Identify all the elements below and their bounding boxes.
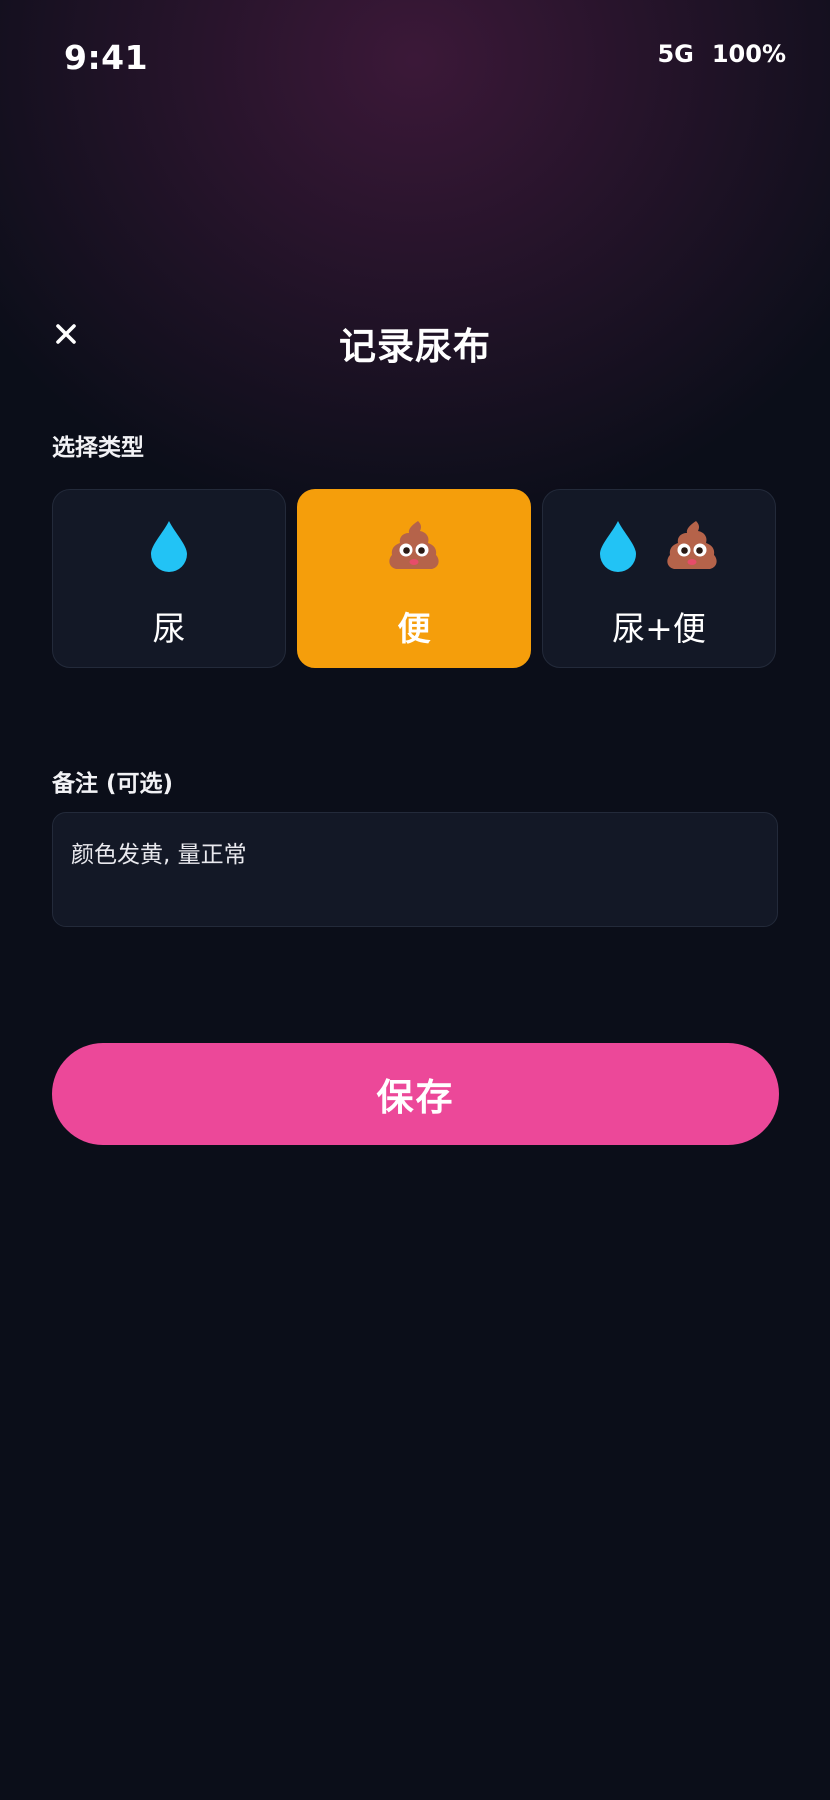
type-option-label: 便 bbox=[397, 609, 431, 648]
type-section-label: 选择类型 bbox=[52, 435, 144, 461]
status-time: 9:41 bbox=[64, 38, 149, 77]
save-button[interactable]: 保存 bbox=[52, 1043, 779, 1145]
type-option-stool[interactable]: 便 bbox=[297, 489, 531, 668]
poop-icon bbox=[667, 521, 717, 569]
battery-indicator: 100% bbox=[711, 40, 786, 68]
type-option-urine-stool[interactable]: 尿+便 bbox=[542, 489, 776, 668]
note-section-label: 备注 (可选) bbox=[52, 771, 174, 797]
droplet-icon bbox=[600, 521, 636, 572]
status-indicators: 5G 100% bbox=[657, 40, 786, 68]
diaper-record-screen: 9:41 5G 100% 记录尿布 选择类型 尿 便 尿+便 备注 (可选) 颜… bbox=[0, 0, 830, 1800]
type-option-label: 尿+便 bbox=[612, 609, 706, 648]
page-title: 记录尿布 bbox=[339, 325, 491, 368]
poop-icon bbox=[389, 521, 439, 569]
type-option-urine[interactable]: 尿 bbox=[52, 489, 286, 668]
note-input[interactable]: 颜色发黄, 量正常 bbox=[52, 812, 778, 927]
type-option-label: 尿 bbox=[152, 609, 186, 648]
network-indicator: 5G bbox=[657, 40, 694, 68]
droplet-icon bbox=[151, 521, 187, 572]
